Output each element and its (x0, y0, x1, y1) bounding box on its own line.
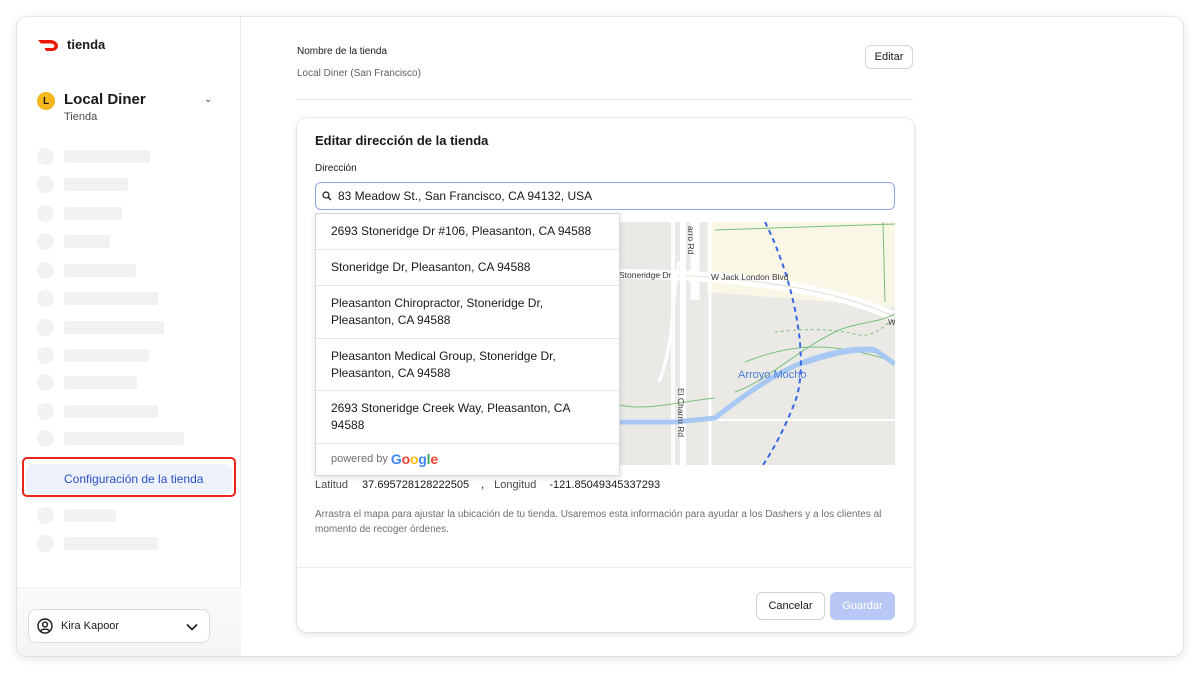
address-input-container[interactable] (315, 182, 895, 210)
nav-placeholder (37, 507, 116, 524)
address-suggestions: 2693 Stoneridge Dr #106, Pleasanton, CA … (315, 213, 620, 476)
save-button[interactable]: Guardar (830, 592, 895, 620)
nav-placeholder (37, 148, 150, 165)
map-road-label: arro Rd (686, 226, 696, 255)
map-creek-label: Arroyo Mocho (738, 369, 806, 381)
nav-placeholder (37, 374, 137, 391)
longitude-label: Longitud (494, 479, 537, 491)
nav-placeholder (37, 347, 149, 364)
nav-placeholder (37, 403, 158, 420)
nav-placeholder (37, 319, 164, 336)
longitude-value: -121.85049345337293 (549, 479, 661, 491)
highlight-box (22, 457, 236, 497)
nav-placeholder (37, 535, 158, 552)
store-type: Tienda (64, 111, 98, 123)
brand-name: tienda (67, 37, 106, 52)
divider (297, 99, 913, 100)
nav-placeholder (37, 262, 136, 279)
suggestion-item[interactable]: 2693 Stoneridge Dr #106, Pleasanton, CA … (316, 214, 619, 250)
suggestion-item[interactable]: Pleasanton Medical Group, Stoneridge Dr,… (316, 339, 619, 391)
sidebar: tienda L Local Diner Tienda ⌄ Configurac… (17, 17, 241, 656)
powered-by-google: powered by Google (316, 444, 619, 474)
suggestion-item[interactable]: 2693 Stoneridge Creek Way, Pleasanton, C… (316, 391, 619, 444)
store-name-label: Nombre de la tienda (297, 46, 388, 57)
address-label: Dirección (315, 163, 357, 174)
store-avatar: L (37, 92, 55, 110)
help-text: Arrastra el mapa para ajustar la ubicaci… (315, 509, 882, 535)
nav-placeholder (37, 176, 128, 193)
user-avatar-icon (37, 618, 53, 634)
map-road-label: El Charro Rd (676, 388, 686, 437)
coordinates: Latitud 37.695728128222505 , Longitud -1… (315, 479, 660, 491)
store-switcher[interactable]: L Local Diner Tienda ⌄ (37, 90, 217, 130)
map-edge-label: W (888, 318, 895, 327)
map-road-label: W Jack London Blvd (711, 272, 789, 282)
nav-placeholder (37, 430, 184, 447)
app-window: tienda L Local Diner Tienda ⌄ Configurac… (17, 17, 1183, 656)
latitude-value: 37.695728128222505 (362, 479, 470, 491)
nav-placeholder (37, 233, 110, 250)
edit-button[interactable]: Editar (865, 45, 913, 69)
doordash-logo-icon (38, 39, 58, 51)
user-name: Kira Kapoor (61, 620, 120, 632)
chevron-down-icon: ⌄ (204, 94, 213, 105)
nav-placeholder (37, 205, 122, 222)
google-logo: Google (390, 451, 438, 467)
edit-address-modal: Editar dirección de la tienda Dirección (297, 118, 914, 632)
suggestion-item[interactable]: Stoneridge Dr, Pleasanton, CA 94588 (316, 250, 619, 286)
cancel-button[interactable]: Cancelar (756, 592, 825, 620)
store-name-value: Local Diner (San Francisco) (297, 68, 421, 79)
suggestion-item[interactable]: Pleasanton Chiropractor, Stoneridge Dr, … (316, 286, 619, 339)
user-menu-button[interactable]: Kira Kapoor (28, 609, 210, 643)
store-name: Local Diner (64, 91, 146, 108)
nav-placeholder (37, 290, 158, 307)
address-input[interactable] (338, 189, 878, 203)
search-icon (322, 191, 332, 201)
latitude-label: Latitud (315, 479, 349, 491)
powered-by-text: powered by (331, 453, 388, 465)
map-road-label: Stoneridge Dr (619, 270, 672, 280)
modal-divider (297, 567, 914, 568)
brand[interactable]: tienda (37, 37, 105, 52)
chevron-down-icon (186, 623, 198, 631)
separator: , (481, 479, 485, 491)
main-content: Nombre de la tienda Local Diner (San Fra… (241, 17, 1183, 656)
modal-title: Editar dirección de la tienda (315, 133, 489, 148)
